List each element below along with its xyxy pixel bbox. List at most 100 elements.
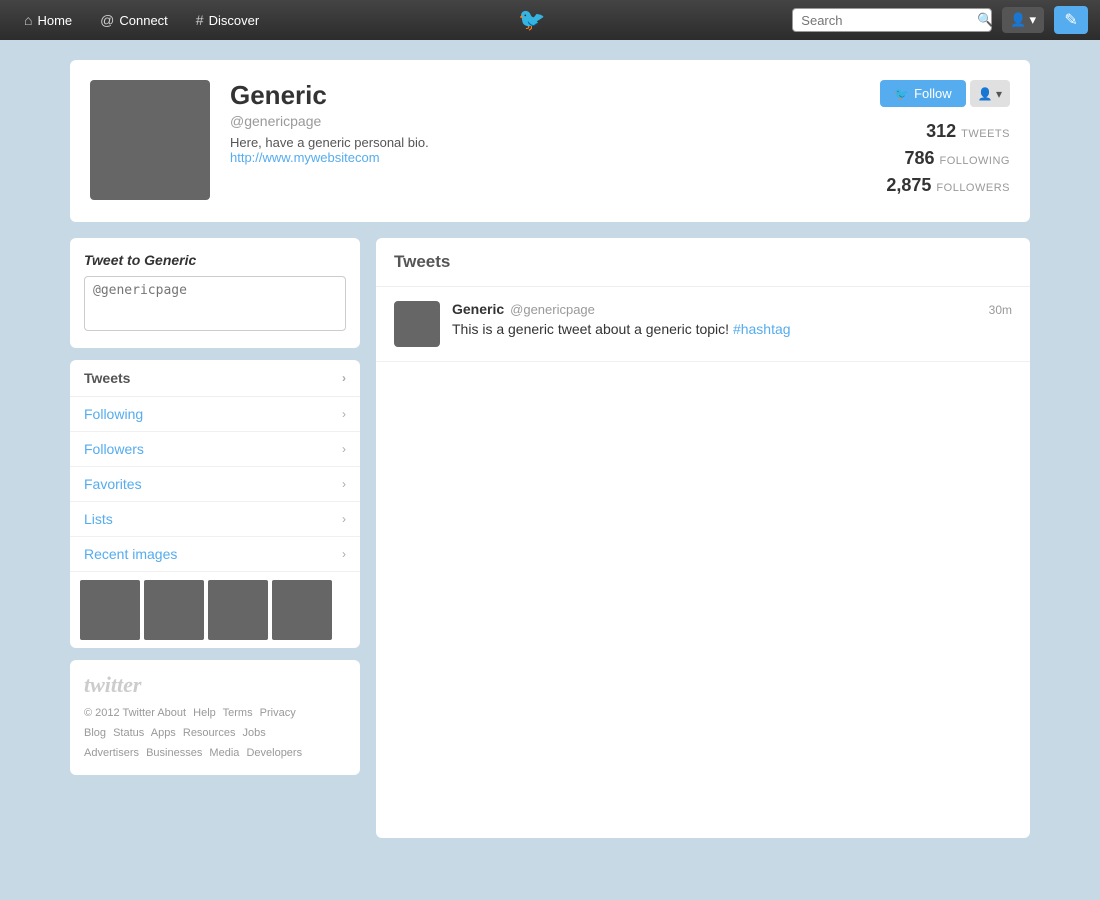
footer-terms[interactable]: Terms [223,707,253,719]
tweet-text-content: This is a generic tweet about a generic … [452,321,733,337]
followers-stat: 2,875 FOLLOWERS [850,175,1010,196]
twitter-bird-icon: 🐦 [518,7,545,33]
twitter-footer-logo: twitter [84,672,346,698]
main-columns: Tweet to Generic Tweets › Following › Fo… [70,238,1030,838]
tweets-label: TWEETS [961,128,1010,140]
search-icon: 🔍 [977,12,993,28]
tweet-user-handle: @genericpage [510,302,595,317]
user-icon: 👤 [1010,12,1026,28]
sidebar-item-followers[interactable]: Followers › [70,432,360,467]
dropdown-arrow-icon: 👤 ▾ [978,87,1002,101]
search-input[interactable] [801,13,977,28]
tweet-avatar [394,301,440,347]
following-chevron-icon: › [342,407,346,421]
search-bar[interactable]: 🔍 [792,8,992,32]
recent-images-header[interactable]: Recent images › [70,537,360,572]
nav-connect-label: Connect [119,13,167,28]
sidebar-item-lists[interactable]: Lists › [70,502,360,537]
footer-blog[interactable]: Blog [84,727,106,739]
tweet-time: 30m [989,303,1012,317]
tweets-panel-header: Tweets [376,238,1030,287]
sidebar-footer: twitter © 2012 Twitter About Help Terms … [70,660,360,775]
profile-header: Generic @genericpage Here, have a generi… [70,60,1030,222]
following-label: Following [84,406,143,422]
nav-home[interactable]: ⌂ Home [12,6,84,34]
at-icon: @ [100,12,114,28]
tweet-body: Generic @genericpage 30m This is a gener… [452,301,1012,347]
favorites-chevron-icon: › [342,477,346,491]
lists-label: Lists [84,511,113,527]
footer-about[interactable]: About [157,707,186,719]
user-dropdown-arrow: ▾ [1029,12,1036,28]
footer-apps[interactable]: Apps [151,727,176,739]
sidebar-tweets-label: Tweets [84,370,130,386]
hash-icon: # [196,12,204,28]
sidebar-nav-panel: Tweets › Following › Followers › Favorit… [70,360,360,648]
user-menu-button[interactable]: 👤 ▾ [1002,7,1044,33]
avatar [90,80,210,200]
followers-label: FOLLOWERS [936,182,1010,194]
bird-icon: 🐦 [894,87,909,101]
tweet-box: Tweet to Generic [70,238,360,348]
nav-discover-label: Discover [209,13,260,28]
profile-actions: 🐦 Follow 👤 ▾ [850,80,1010,107]
home-icon: ⌂ [24,12,32,28]
tweet-input[interactable] [84,276,346,331]
footer-advertisers[interactable]: Advertisers [84,747,139,759]
nav-connect[interactable]: @ Connect [88,6,180,34]
recent-images-grid [70,572,360,648]
profile-dropdown-button[interactable]: 👤 ▾ [970,80,1010,107]
recent-image-1[interactable] [80,580,140,640]
footer-status[interactable]: Status [113,727,144,739]
following-count: 786 [904,148,934,169]
followers-chevron-icon: › [342,442,346,456]
table-row: Generic @genericpage 30m This is a gener… [376,287,1030,362]
sidebar-item-following[interactable]: Following › [70,397,360,432]
follow-button[interactable]: 🐦 Follow [880,80,966,107]
tweet-box-title: Tweet to Generic [84,252,346,268]
lists-chevron-icon: › [342,512,346,526]
tweet-user-name: Generic [452,301,504,317]
footer-resources[interactable]: Resources [183,727,236,739]
profile-bio: Here, have a generic personal bio. [230,135,830,150]
tweet-header: Generic @genericpage 30m [452,301,1012,317]
footer-developers[interactable]: Developers [246,747,302,759]
recent-images-label: Recent images [84,546,177,562]
footer-copyright: © 2012 Twitter [84,707,155,719]
nav-home-label: Home [37,13,72,28]
sidebar-tweets-header: Tweets › [70,360,360,397]
nav-discover[interactable]: # Discover [184,6,271,34]
tweet-text: This is a generic tweet about a generic … [452,320,1012,340]
footer-links: © 2012 Twitter About Help Terms Privacy … [84,704,346,763]
footer-media[interactable]: Media [209,747,239,759]
recent-image-2[interactable] [144,580,204,640]
footer-help[interactable]: Help [193,707,216,719]
recent-image-3[interactable] [208,580,268,640]
footer-privacy[interactable]: Privacy [260,707,296,719]
follow-label: Follow [914,86,952,101]
profile-url[interactable]: http://www.mywebsitecom [230,150,380,165]
profile-info: Generic @genericpage Here, have a generi… [230,80,830,165]
profile-handle: @genericpage [230,113,830,129]
following-stat: 786 FOLLOWING [850,148,1010,169]
navbar: ⌂ Home @ Connect # Discover 🐦 🔍 👤 ▾ ✎ [0,0,1100,40]
tweets-stat: 312 TWEETS [850,121,1010,142]
footer-businesses[interactable]: Businesses [146,747,202,759]
sidebar: Tweet to Generic Tweets › Following › Fo… [70,238,360,775]
following-label: FOLLOWING [939,155,1010,167]
followers-count: 2,875 [886,175,931,196]
profile-name: Generic [230,80,830,111]
followers-label: Followers [84,441,144,457]
compose-button[interactable]: ✎ [1054,6,1088,34]
recent-image-4[interactable] [272,580,332,640]
tweets-count: 312 [926,121,956,142]
tweet-hashtag[interactable]: #hashtag [733,321,791,337]
page-content: Generic @genericpage Here, have a generi… [60,40,1040,858]
favorites-label: Favorites [84,476,142,492]
tweets-chevron-icon: › [342,371,346,385]
footer-jobs[interactable]: Jobs [243,727,266,739]
sidebar-item-favorites[interactable]: Favorites › [70,467,360,502]
recent-images-chevron-icon: › [342,547,346,561]
profile-stats: 🐦 Follow 👤 ▾ 312 TWEETS 786 FOLLOWING 2,… [850,80,1010,202]
tweets-panel: Tweets Generic @genericpage 30m This is … [376,238,1030,838]
